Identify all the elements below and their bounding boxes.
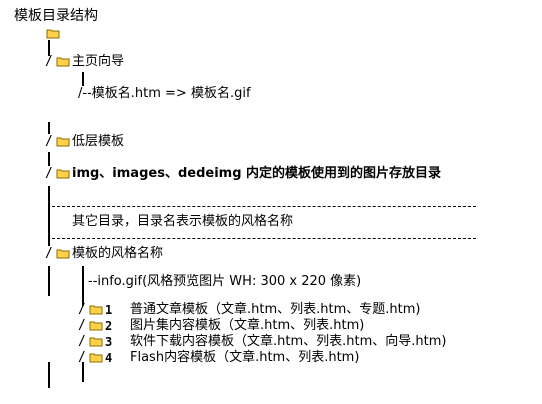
style-item-label: 软件下载内容模板（文章.htm、列表.htm、向导.htm) [130, 334, 447, 349]
style-item-label: 普通文章模板（文章.htm、列表.htm、专题.htm) [130, 302, 421, 317]
tree-connector: / [78, 334, 86, 349]
style-item-label: Flash内容模板（文章.htm、列表.htm) [130, 350, 360, 365]
tree-root-title: 模板目录结构 [14, 8, 98, 24]
style-item-number: 2 [105, 319, 113, 333]
tree-branch [82, 266, 84, 306]
tree-connector: / [45, 134, 53, 149]
style-item-number: 3 [105, 335, 113, 349]
folder-icon [89, 336, 103, 347]
folder-icon [56, 168, 70, 179]
tree-branch [82, 362, 84, 382]
folder-icon [89, 352, 103, 363]
tree-connector: / [78, 302, 86, 317]
style-item-number: 1 [105, 303, 113, 317]
tree-trunk [48, 362, 50, 388]
file-info-gif: --info.gif(风格预览图片 WH: 300 x 220 像素) [88, 274, 362, 289]
folder-style-label: 模板的风格名称 [72, 246, 164, 261]
tree-connector: / [45, 246, 53, 261]
separator-text: 其它目录，目录名表示模板的风格名称 [72, 214, 294, 229]
style-item-number: 4 [105, 351, 113, 365]
tree-trunk [48, 266, 50, 296]
tree-trunk [48, 122, 50, 134]
folder-icon [56, 136, 70, 147]
separator-line-bottom [52, 238, 476, 239]
folder-icon [46, 28, 60, 39]
folder-icon [89, 304, 103, 315]
tree-connector: / [45, 166, 53, 181]
style-item-label: 图片集内容模板（文章.htm、列表.htm) [130, 318, 365, 333]
folder-icon [89, 320, 103, 331]
file-main-guide: /--模板名.htm => 模板名.gif [78, 86, 251, 101]
separator-line-top [52, 206, 476, 207]
folder-icon [56, 248, 70, 259]
folder-icon [56, 56, 70, 67]
tree-connector: / [78, 318, 86, 333]
tree-trunk [48, 152, 50, 166]
tree-branch [82, 72, 84, 86]
folder-low-layer-label: 低层模板 [72, 134, 125, 149]
tree-connector: / [45, 54, 53, 69]
folder-main-guide-label: 主页向导 [72, 54, 125, 69]
tree-trunk [48, 186, 50, 246]
folder-img-dirs-label: img、images、dedeimg 内定的模板使用到的图片存放目录 [72, 166, 442, 181]
